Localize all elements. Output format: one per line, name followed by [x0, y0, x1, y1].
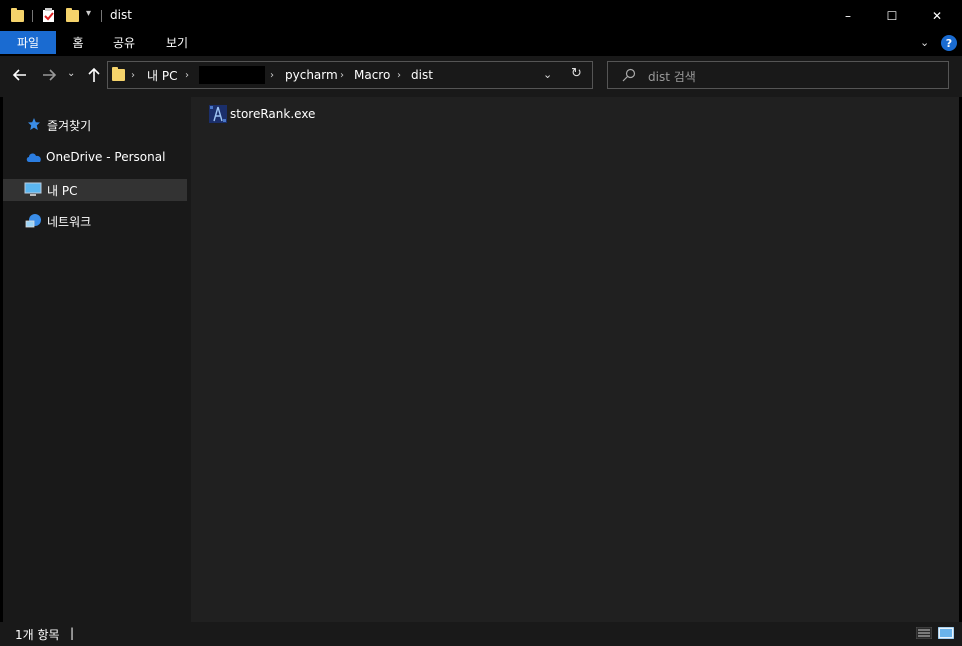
status-cursor: |: [70, 626, 75, 640]
breadcrumb-chevron[interactable]: ›: [397, 61, 401, 89]
customize-quick-access-icon[interactable]: ▾: [86, 8, 91, 19]
maximize-icon: ☐: [886, 8, 898, 23]
item-count: 1개 항목: [15, 628, 60, 642]
breadcrumb-my-pc[interactable]: 내 PC: [147, 61, 177, 89]
breadcrumb-dist[interactable]: dist: [411, 61, 433, 89]
back-button[interactable]: [11, 66, 29, 84]
file-list-area[interactable]: [191, 97, 959, 622]
tab-file[interactable]: 파일: [0, 31, 56, 54]
minimize-button[interactable]: –: [825, 0, 871, 31]
tab-share[interactable]: 공유: [108, 31, 140, 54]
window-title: dist: [110, 8, 132, 22]
sidebar-item-label: OneDrive - Personal: [46, 150, 166, 164]
address-bar[interactable]: [107, 61, 593, 89]
breadcrumb-macro[interactable]: Macro: [354, 61, 390, 89]
breadcrumb-chevron[interactable]: ›: [270, 61, 274, 89]
recent-locations-icon[interactable]: ⌄: [67, 68, 75, 79]
star-icon: [27, 117, 41, 131]
new-folder-icon[interactable]: [66, 8, 79, 22]
close-icon: ✕: [931, 8, 943, 23]
search-icon: [621, 67, 637, 83]
sidebar-item-network[interactable]: 네트워크: [3, 210, 187, 232]
sidebar-item-label: 내 PC: [47, 183, 78, 198]
breadcrumb-pycharm[interactable]: pycharm: [285, 61, 338, 89]
folder-icon: [11, 8, 24, 22]
tab-home[interactable]: 홈: [64, 31, 92, 54]
tab-view[interactable]: 보기: [160, 31, 194, 54]
breadcrumb-chevron[interactable]: ›: [340, 61, 344, 89]
search-placeholder: dist 검색: [648, 70, 696, 84]
minimize-icon: –: [845, 8, 851, 23]
breadcrumb-redacted[interactable]: [199, 66, 265, 84]
close-button[interactable]: ✕: [914, 0, 960, 31]
onedrive-icon: [25, 151, 43, 163]
forward-button[interactable]: [40, 66, 58, 84]
breadcrumb-chevron[interactable]: ›: [185, 61, 189, 89]
refresh-icon[interactable]: ↻: [571, 66, 582, 81]
network-icon: [25, 213, 43, 229]
title-bar: [0, 0, 962, 31]
separator: [101, 10, 102, 22]
forward-arrow-icon: [43, 69, 57, 81]
sidebar-item-label: 즐겨찾기: [47, 118, 92, 133]
back-arrow-icon: [12, 69, 26, 81]
address-folder-icon: [112, 67, 125, 81]
up-arrow-icon: [88, 67, 100, 82]
status-bar: [0, 622, 962, 646]
file-name: storeRank.exe: [230, 107, 316, 121]
breadcrumb-chevron[interactable]: ›: [131, 61, 135, 89]
exe-icon: [209, 105, 227, 123]
properties-icon[interactable]: [42, 8, 56, 23]
details-view-icon[interactable]: [915, 626, 933, 640]
sidebar-item-my-pc[interactable]: 내 PC: [3, 179, 187, 201]
sidebar-item-favorites[interactable]: 즐겨찾기: [3, 114, 187, 136]
file-item[interactable]: storeRank.exe: [209, 104, 315, 124]
large-icons-view-icon[interactable]: [937, 626, 955, 640]
computer-icon: [24, 182, 42, 198]
maximize-button[interactable]: ☐: [869, 0, 915, 31]
expand-ribbon-icon[interactable]: ⌄: [920, 36, 929, 49]
sidebar-item-onedrive[interactable]: OneDrive - Personal: [3, 146, 187, 168]
help-icon[interactable]: ?: [941, 35, 957, 51]
up-button[interactable]: [86, 66, 102, 84]
address-dropdown-icon[interactable]: ⌄: [543, 68, 552, 81]
sidebar-item-label: 네트워크: [47, 214, 92, 229]
separator: [32, 10, 33, 22]
ribbon: [0, 31, 962, 56]
navigation-pane: [3, 97, 188, 622]
